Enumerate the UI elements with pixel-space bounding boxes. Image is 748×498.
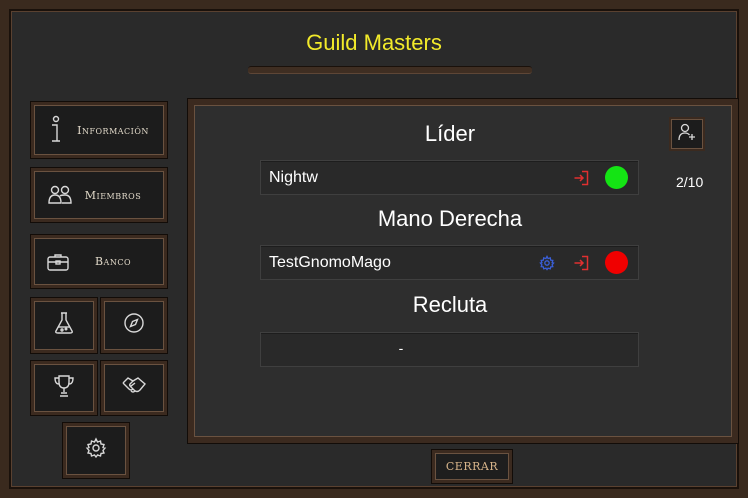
members-icon — [46, 183, 74, 207]
member-name: Nightw — [269, 169, 318, 186]
status-online-indicator — [605, 166, 628, 189]
member-count: 2/10 — [676, 174, 704, 190]
alliances-button[interactable] — [101, 361, 167, 415]
compass-icon — [123, 312, 145, 339]
member-name: TestGnomoMago — [269, 254, 391, 271]
member-row-recruit-empty: - — [260, 332, 639, 367]
handshake-icon — [121, 375, 147, 402]
section-title-leader: Líder — [424, 121, 476, 146]
status-offline-indicator — [605, 251, 628, 274]
info-button[interactable]: Información — [31, 102, 167, 158]
explore-button[interactable] — [101, 298, 167, 353]
window-title: Guild Masters — [306, 30, 442, 55]
alchemy-button[interactable] — [31, 298, 97, 353]
members-label: Miembros — [84, 188, 142, 202]
achievements-button[interactable] — [31, 361, 97, 415]
member-row-right-hand: TestGnomoMago — [260, 245, 639, 280]
section-title-right-hand: Mano Derecha — [377, 206, 523, 231]
exit-icon[interactable] — [573, 255, 589, 271]
briefcase-icon — [46, 252, 70, 272]
trophy-icon — [53, 374, 75, 403]
settings-gear-icon[interactable] — [539, 254, 555, 271]
flask-icon — [53, 311, 75, 340]
settings-button[interactable] — [63, 423, 129, 478]
close-button[interactable]: CERRAR — [432, 450, 512, 483]
bank-button[interactable]: Banco — [31, 235, 167, 288]
gear-icon — [85, 437, 107, 464]
section-title-recruit: Recluta — [412, 292, 488, 317]
info-label: Información — [77, 123, 149, 137]
empty-slot-text: - — [398, 340, 404, 356]
bank-label: Banco — [94, 255, 132, 268]
title-divider — [248, 66, 532, 74]
members-button[interactable]: Miembros — [31, 168, 167, 222]
exit-icon[interactable] — [573, 170, 589, 186]
info-icon — [46, 115, 66, 145]
member-row-leader: Nightw — [260, 160, 639, 195]
